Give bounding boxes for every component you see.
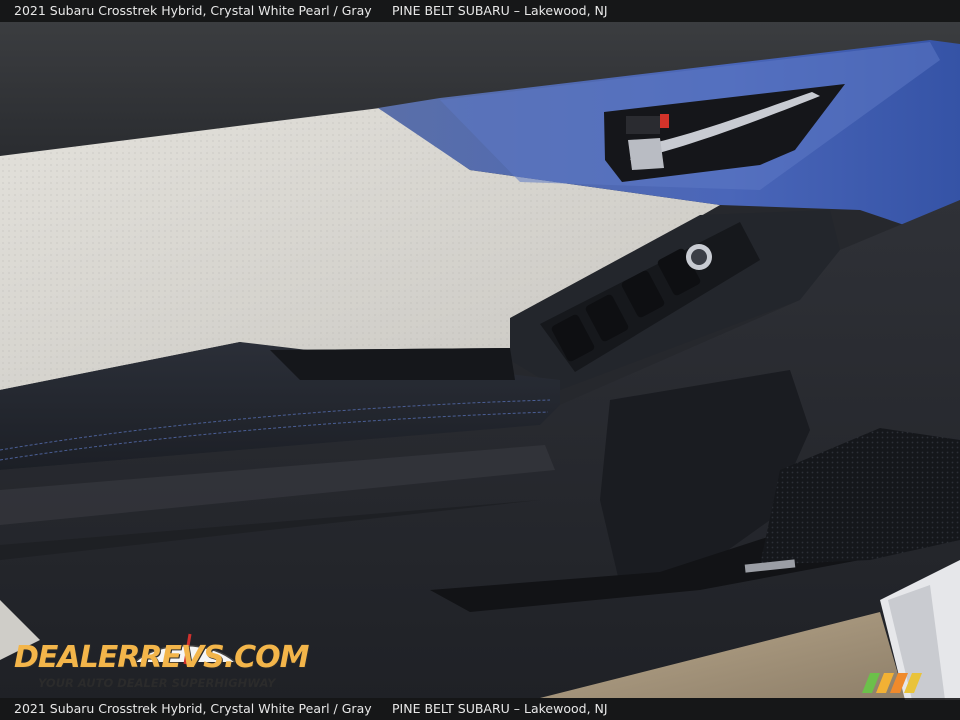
vehicle-caption-bottom: 2021 Subaru Crosstrek Hybrid, Crystal Wh… <box>14 701 372 716</box>
dealer-caption-bottom: PINE BELT SUBARU – Lakewood, NJ <box>392 701 608 716</box>
door-interior-photo <box>0 0 960 720</box>
stripes-logo-icon <box>862 673 922 693</box>
vehicle-caption: 2021 Subaru Crosstrek Hybrid, Crystal Wh… <box>14 3 372 18</box>
dealerrevs-watermark: DEALERREVS.COM YOUR AUTO DEALER SUPERHIG… <box>10 622 310 696</box>
caption-bar-bottom: 2021 Subaru Crosstrek Hybrid, Crystal Wh… <box>0 698 960 720</box>
dealer-caption: PINE BELT SUBARU – Lakewood, NJ <box>392 3 608 18</box>
watermark-tagline: YOUR AUTO DEALER SUPERHIGHWAY <box>38 676 276 690</box>
watermark-brand: DEALERREVS.COM <box>14 640 310 675</box>
caption-bar-top: 2021 Subaru Crosstrek Hybrid, Crystal Wh… <box>0 0 960 22</box>
